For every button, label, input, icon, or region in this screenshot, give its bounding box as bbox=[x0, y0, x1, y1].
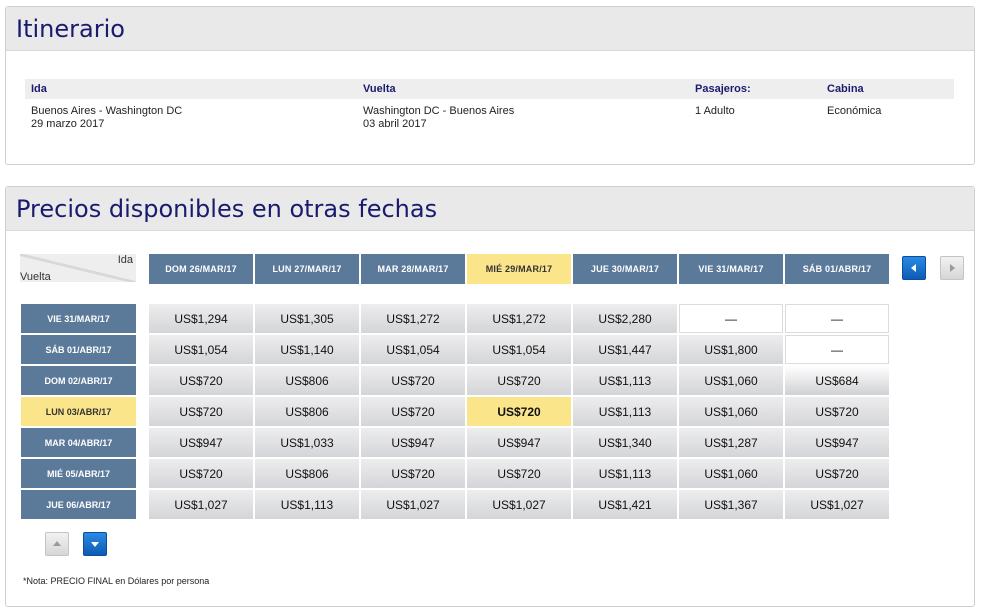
itinerary-title: Itinerario bbox=[16, 14, 125, 43]
column-header-5[interactable]: VIE 31/MAR/17 bbox=[679, 254, 783, 284]
vuelta-route: Washington DC - Buenos Aires bbox=[363, 105, 515, 117]
row-header-1[interactable]: SÁB 01/ABR/17 bbox=[21, 335, 136, 364]
cabina-header: Cabina bbox=[827, 83, 864, 95]
price-cell[interactable]: US$1,140 bbox=[255, 335, 359, 364]
price-cell: — bbox=[785, 304, 889, 333]
price-cell[interactable]: US$947 bbox=[467, 428, 571, 457]
price-cell[interactable]: US$1,272 bbox=[361, 304, 465, 333]
corner-vuelta-label: Vuelta bbox=[20, 271, 51, 283]
price-cell[interactable]: US$2,280 bbox=[573, 304, 677, 333]
price-cell[interactable]: US$720 bbox=[361, 459, 465, 488]
price-cell[interactable]: US$1,027 bbox=[361, 490, 465, 519]
next-columns-button[interactable] bbox=[940, 256, 964, 280]
itinerary-table: Ida Vuelta Pasajeros: Cabina Buenos Aire… bbox=[25, 79, 954, 139]
price-cell[interactable]: US$720 bbox=[149, 459, 253, 488]
price-cell[interactable]: US$1,113 bbox=[573, 366, 677, 395]
column-header-6[interactable]: SÁB 01/ABR/17 bbox=[785, 254, 889, 284]
corner-ida-label: Ida bbox=[117, 254, 133, 266]
ida-header: Ida bbox=[31, 83, 47, 95]
price-cell: — bbox=[679, 304, 783, 333]
price-cell[interactable]: US$720 bbox=[785, 397, 889, 426]
price-cell[interactable]: US$1,421 bbox=[573, 490, 677, 519]
prices-title: Precios disponibles en otras fechas bbox=[16, 194, 438, 223]
vuelta-date: 03 abril 2017 bbox=[363, 118, 427, 130]
price-cell[interactable]: US$1,113 bbox=[573, 459, 677, 488]
price-cell[interactable]: US$1,027 bbox=[467, 490, 571, 519]
row-header-0[interactable]: VIE 31/MAR/17 bbox=[21, 304, 136, 333]
price-cell[interactable]: US$1,027 bbox=[785, 490, 889, 519]
prev-rows-button[interactable] bbox=[45, 532, 69, 556]
row-header-6[interactable]: JUE 06/ABR/17 bbox=[21, 490, 136, 519]
price-cell[interactable]: US$720 bbox=[149, 366, 253, 395]
pasajeros-header: Pasajeros: bbox=[695, 83, 751, 95]
price-cell[interactable]: US$1,060 bbox=[679, 459, 783, 488]
vuelta-header: Vuelta bbox=[363, 83, 396, 95]
price-cell[interactable]: US$1,113 bbox=[573, 397, 677, 426]
price-cell[interactable]: US$806 bbox=[255, 397, 359, 426]
itinerary-header: Itinerario bbox=[6, 7, 974, 51]
price-cell[interactable]: US$720 bbox=[467, 397, 571, 426]
price-cell[interactable]: US$720 bbox=[149, 397, 253, 426]
arrow-up-icon bbox=[53, 541, 61, 546]
arrow-right-icon bbox=[950, 264, 955, 272]
price-cell[interactable]: US$806 bbox=[255, 366, 359, 395]
prices-panel: Precios disponibles en otras fechas Ida … bbox=[5, 186, 975, 607]
price-cell[interactable]: US$947 bbox=[149, 428, 253, 457]
price-cell[interactable]: US$720 bbox=[361, 397, 465, 426]
row-header-3[interactable]: LUN 03/ABR/17 bbox=[21, 397, 136, 426]
price-cell[interactable]: US$1,060 bbox=[679, 397, 783, 426]
price-cell[interactable]: US$720 bbox=[467, 459, 571, 488]
itinerary-header-row: Ida Vuelta Pasajeros: Cabina bbox=[25, 79, 954, 99]
price-cell[interactable]: US$1,113 bbox=[255, 490, 359, 519]
price-cell[interactable]: US$1,054 bbox=[361, 335, 465, 364]
price-cell[interactable]: US$947 bbox=[785, 428, 889, 457]
row-header-4[interactable]: MAR 04/ABR/17 bbox=[21, 428, 136, 457]
column-header-2[interactable]: MAR 28/MAR/17 bbox=[361, 254, 465, 284]
itinerary-data-row: Buenos Aires - Washington DC 29 marzo 20… bbox=[25, 99, 954, 139]
price-cell[interactable]: US$1,054 bbox=[467, 335, 571, 364]
price-cell[interactable]: US$1,367 bbox=[679, 490, 783, 519]
prices-header: Precios disponibles en otras fechas bbox=[6, 187, 974, 231]
column-header-1[interactable]: LUN 27/MAR/17 bbox=[255, 254, 359, 284]
price-cell: — bbox=[785, 335, 889, 364]
price-cell[interactable]: US$1,287 bbox=[679, 428, 783, 457]
itinerary-panel: Itinerario Ida Vuelta Pasajeros: Cabina … bbox=[5, 6, 975, 165]
column-header-0[interactable]: DOM 26/MAR/17 bbox=[149, 254, 253, 284]
column-header-4[interactable]: JUE 30/MAR/17 bbox=[573, 254, 677, 284]
price-cell[interactable]: US$1,033 bbox=[255, 428, 359, 457]
price-cell[interactable]: US$1,054 bbox=[149, 335, 253, 364]
ida-details: Buenos Aires - Washington DC 29 marzo 20… bbox=[31, 105, 182, 131]
price-cell[interactable]: US$1,800 bbox=[679, 335, 783, 364]
prev-columns-button[interactable] bbox=[902, 256, 926, 280]
price-cell[interactable]: US$720 bbox=[361, 366, 465, 395]
price-cell[interactable]: US$1,340 bbox=[573, 428, 677, 457]
price-cell[interactable]: US$1,447 bbox=[573, 335, 677, 364]
price-cell[interactable]: US$1,027 bbox=[149, 490, 253, 519]
row-header-2[interactable]: DOM 02/ABR/17 bbox=[21, 366, 136, 395]
price-cell[interactable]: US$1,060 bbox=[679, 366, 783, 395]
column-header-3[interactable]: MIÉ 29/MAR/17 bbox=[467, 254, 571, 284]
arrow-down-icon bbox=[91, 542, 99, 547]
next-rows-button[interactable] bbox=[83, 532, 107, 556]
cabina-value: Económica bbox=[827, 105, 882, 117]
ida-date: 29 marzo 2017 bbox=[31, 118, 105, 130]
pasajeros-value: 1 Adulto bbox=[695, 105, 735, 117]
ida-route: Buenos Aires - Washington DC bbox=[31, 105, 183, 117]
price-cell[interactable]: US$720 bbox=[467, 366, 571, 395]
price-cell[interactable]: US$1,294 bbox=[149, 304, 253, 333]
price-cell[interactable]: US$1,272 bbox=[467, 304, 571, 333]
price-cell[interactable]: US$720 bbox=[785, 459, 889, 488]
price-cell[interactable]: US$1,305 bbox=[255, 304, 359, 333]
price-note: *Nota: PRECIO FINAL en Dólares por perso… bbox=[23, 576, 210, 586]
price-cell[interactable]: US$947 bbox=[361, 428, 465, 457]
price-cell[interactable]: US$806 bbox=[255, 459, 359, 488]
vuelta-details: Washington DC - Buenos Aires 03 abril 20… bbox=[363, 105, 514, 131]
grid-corner: Ida Vuelta bbox=[20, 254, 136, 283]
price-cell[interactable]: US$684 bbox=[785, 366, 889, 395]
arrow-left-icon bbox=[911, 264, 916, 272]
row-header-5[interactable]: MIÉ 05/ABR/17 bbox=[21, 459, 136, 488]
